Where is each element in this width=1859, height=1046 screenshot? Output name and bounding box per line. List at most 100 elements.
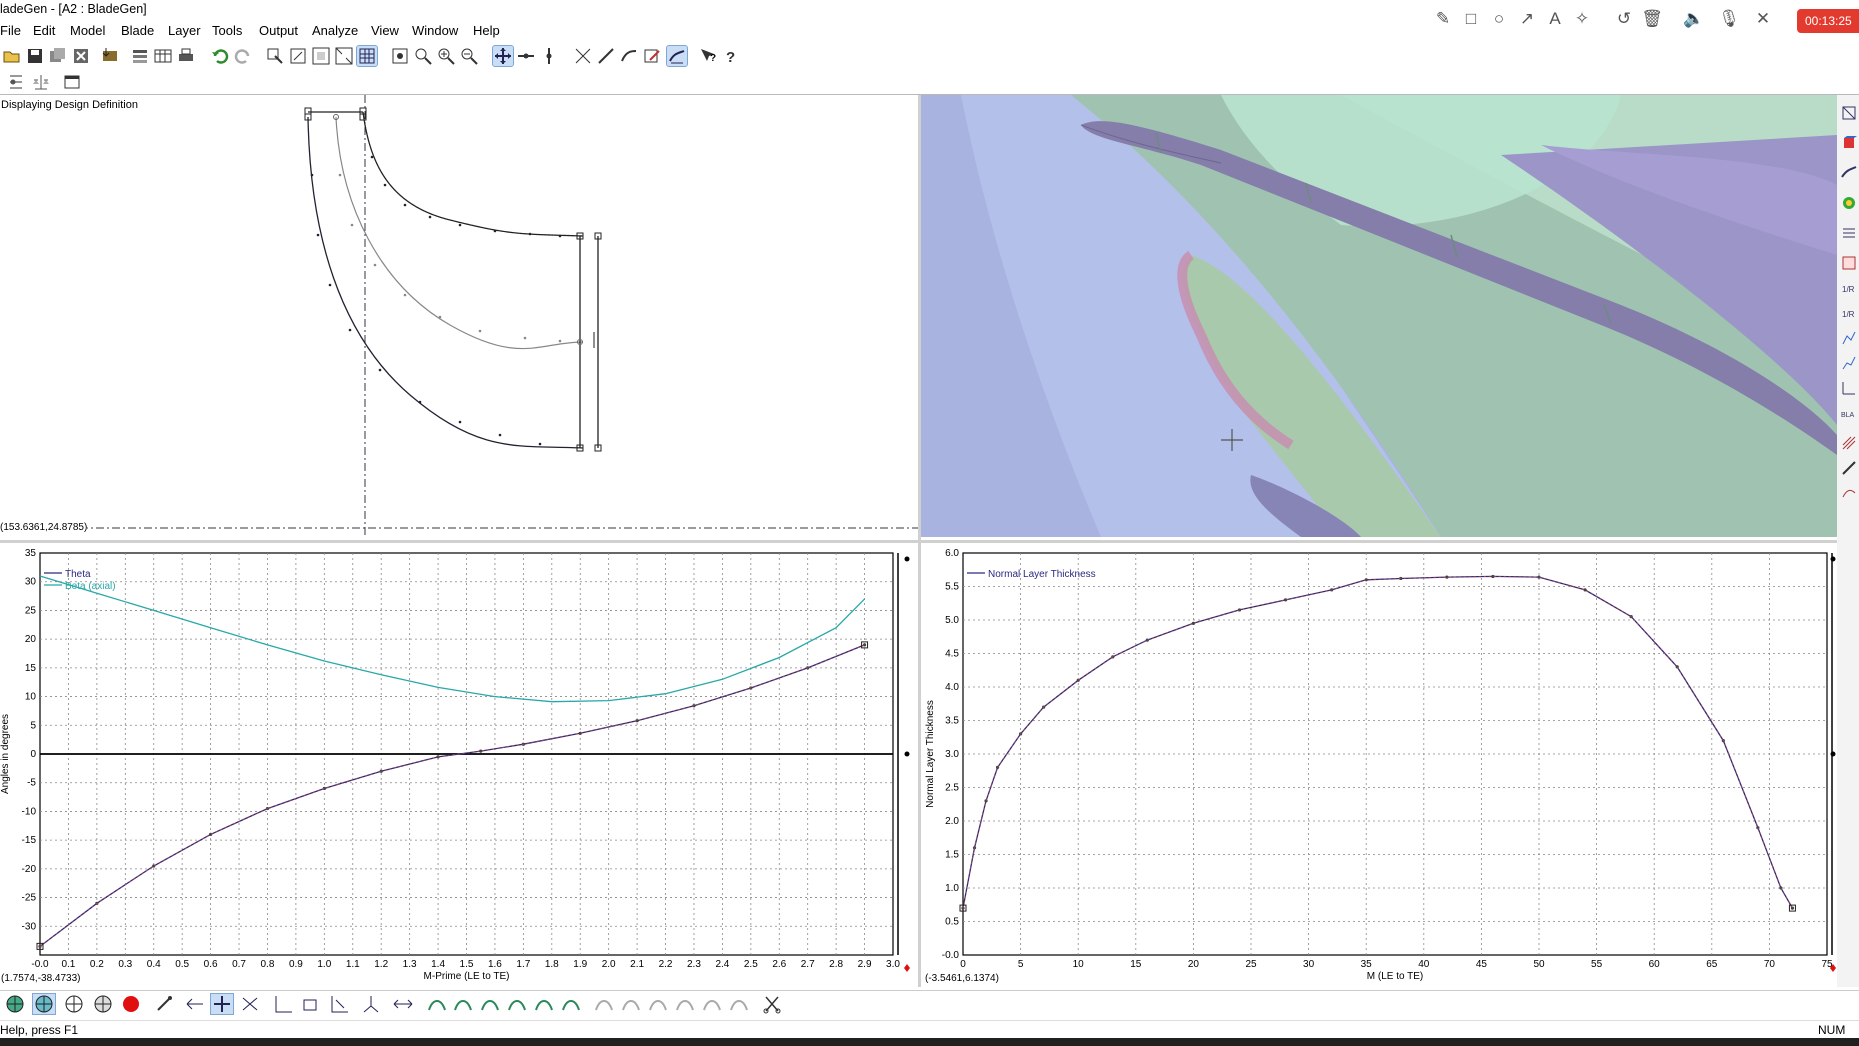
thickness-chart-panel[interactable]: 0 5 10 15 20 25 30 35 40 45 50 55 60 65 70 75 6.0 5.5 5.0 4… [921, 545, 1837, 987]
move-first-icon[interactable] [184, 994, 206, 1014]
scissors-icon[interactable] [761, 994, 783, 1014]
select-segment-icon[interactable] [63, 994, 85, 1014]
edit-mode-icon[interactable] [666, 45, 688, 67]
chart-icon[interactable] [1841, 255, 1857, 271]
shaded-cube-icon[interactable] [1841, 135, 1857, 151]
text-icon[interactable]: A [1544, 8, 1566, 30]
ratio-icon-2[interactable]: 1/R [1841, 305, 1857, 321]
spline-icon-1[interactable] [426, 994, 448, 1014]
corner-icon[interactable] [300, 994, 322, 1014]
menu-blade[interactable]: Blade [121, 23, 154, 38]
menu-help[interactable]: Help [473, 23, 500, 38]
layers-icon[interactable] [130, 46, 150, 66]
ratio-icon[interactable]: 1/R [1841, 280, 1857, 296]
grid-icon[interactable] [356, 45, 378, 67]
window-icon[interactable] [62, 72, 82, 92]
select-curve-icon[interactable] [92, 994, 114, 1014]
select-all-icon[interactable] [4, 994, 26, 1014]
disabled-tool-icon-5[interactable] [701, 994, 723, 1014]
trash-icon[interactable]: 🗑 [1641, 8, 1663, 30]
cut-curve-icon[interactable] [573, 46, 593, 66]
fit-icon[interactable] [288, 46, 308, 66]
pan-icon[interactable] [492, 45, 514, 67]
blade-surface-icon[interactable] [1841, 165, 1857, 181]
close-file-icon[interactable] [71, 46, 91, 66]
microphone-icon[interactable]: 🎙 [1718, 8, 1740, 30]
table-icon[interactable] [153, 46, 173, 66]
hatch-icon[interactable] [1841, 435, 1857, 451]
scale-icon[interactable] [239, 994, 261, 1014]
spline-icon-6[interactable] [560, 994, 582, 1014]
save-all-icon[interactable] [48, 46, 68, 66]
disabled-tool-icon-6[interactable] [728, 994, 750, 1014]
pen-icon[interactable]: ✎ [1432, 8, 1454, 30]
meridional-view[interactable]: Displaying Design Definition (153.6361,2… [0, 95, 918, 537]
blade-label-icon[interactable]: BLA [1841, 405, 1857, 421]
horizontal-move-icon[interactable] [516, 46, 536, 66]
import-icon[interactable] [100, 46, 120, 66]
shrink-icon[interactable] [334, 46, 354, 66]
origin-icon[interactable] [360, 994, 382, 1014]
zoom-box-icon[interactable] [265, 46, 285, 66]
menu-layer[interactable]: Layer [168, 23, 201, 38]
angle-chart[interactable]: -0.0 0.1 0.2 0.3 0.4 0.5 0.6 0.7 0.8 0.9 1.0 1.1 1.2… [0, 545, 918, 987]
menu-view[interactable]: View [371, 23, 399, 38]
list-icon[interactable] [1841, 225, 1857, 241]
save-icon[interactable] [25, 46, 45, 66]
angle-chart-panel[interactable]: -0.0 0.1 0.2 0.3 0.4 0.5 0.6 0.7 0.8 0.9 1.0 1.1 1.2… [0, 545, 918, 987]
shape-icon[interactable] [1841, 485, 1857, 501]
rectangle-icon[interactable]: □ [1460, 8, 1482, 30]
context-help-icon[interactable]: ? [698, 46, 718, 66]
vertical-move-icon[interactable] [539, 46, 559, 66]
zoom-fit-icon[interactable] [390, 46, 410, 66]
spline-icon-5[interactable] [533, 994, 555, 1014]
slash-icon[interactable] [1841, 460, 1857, 476]
line-icon[interactable] [596, 46, 616, 66]
open-icon[interactable] [2, 46, 22, 66]
menu-output[interactable]: Output [259, 23, 298, 38]
menu-edit[interactable]: Edit [33, 23, 55, 38]
horizontal-arrows-icon[interactable] [392, 994, 414, 1014]
move-point-icon[interactable] [210, 993, 234, 1015]
3d-render[interactable] [921, 95, 1837, 537]
menu-window[interactable]: Window [412, 23, 458, 38]
undo-icon[interactable] [210, 46, 230, 66]
speaker-icon[interactable]: 🔈 [1683, 8, 1705, 30]
zoom-out-icon[interactable] [459, 46, 479, 66]
balance-icon[interactable] [31, 72, 51, 92]
menu-tools[interactable]: Tools [212, 23, 242, 38]
meridional-drawing[interactable] [0, 95, 918, 537]
record-icon[interactable] [120, 994, 142, 1014]
spline-icon-4[interactable] [506, 994, 528, 1014]
menu-model[interactable]: Model [70, 23, 105, 38]
view-iso-icon[interactable] [1841, 105, 1857, 121]
circle-icon[interactable]: ○ [1488, 8, 1510, 30]
select-point-icon[interactable] [32, 993, 56, 1015]
axis-scale-icon[interactable] [328, 994, 350, 1014]
help-icon[interactable]: ? [721, 46, 741, 66]
undo-icon[interactable]: ↺ [1613, 8, 1635, 30]
disabled-tool-icon-3[interactable] [647, 994, 669, 1014]
zoom-in-icon[interactable] [436, 46, 456, 66]
edit-layer-icon[interactable] [642, 46, 662, 66]
disabled-tool-icon-1[interactable] [593, 994, 615, 1014]
close-icon[interactable]: ✕ [1752, 8, 1774, 30]
expand-icon[interactable] [311, 46, 331, 66]
plot-icon-3[interactable] [1841, 380, 1857, 396]
thickness-chart[interactable]: 0 5 10 15 20 25 30 35 40 45 50 55 60 65 70 756.05.55.04… [921, 545, 1837, 987]
axis-icon[interactable] [272, 994, 294, 1014]
redo-icon[interactable] [233, 46, 253, 66]
print-icon[interactable] [176, 46, 196, 66]
layer-props-icon[interactable] [6, 72, 26, 92]
blade-icon[interactable] [619, 46, 639, 66]
spline-icon-2[interactable] [452, 994, 474, 1014]
disabled-tool-icon-2[interactable] [620, 994, 642, 1014]
plot-icon-2[interactable] [1841, 355, 1857, 371]
plot-icon[interactable] [1841, 330, 1857, 346]
menu-file[interactable]: File [0, 23, 21, 38]
magic-wand-icon[interactable]: ✧ [1571, 8, 1593, 30]
arrow-icon[interactable]: ↗ [1516, 8, 1538, 30]
contour-icon[interactable] [1841, 195, 1857, 211]
disabled-tool-icon-4[interactable] [674, 994, 696, 1014]
zoom-window-icon[interactable] [413, 46, 433, 66]
